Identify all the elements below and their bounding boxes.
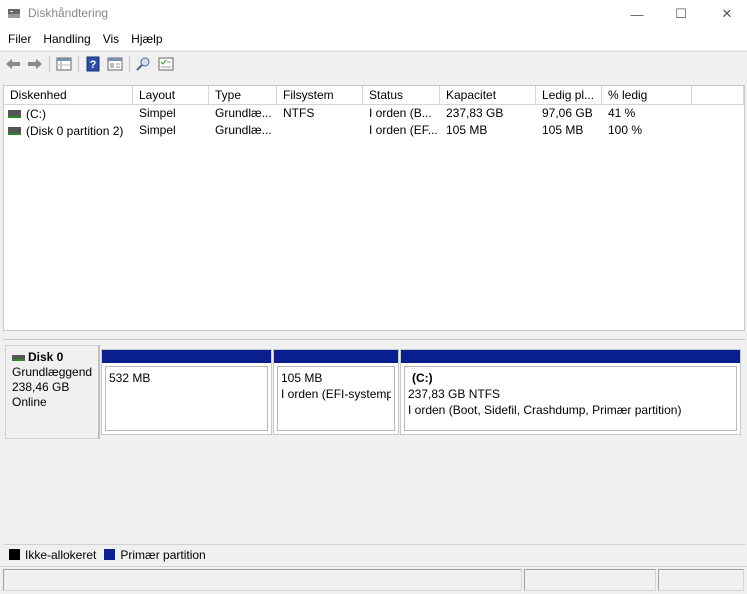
volume-list[interactable]: Diskenhed Layout Type Filsystem Status K…: [3, 85, 745, 331]
menu-bar: Filer Handling Vis Hjælp: [0, 28, 747, 50]
disk-icon: [12, 354, 25, 361]
settings-list-icon: [158, 57, 174, 70]
maximize-button[interactable]: ☐: [658, 0, 704, 28]
cell-free-space: 97,06 GB: [542, 106, 593, 120]
show-volume-list-button[interactable]: [53, 54, 75, 74]
disk-management-window: Diskhåndtering — ☐ ✕ Filer Handling Vis …: [0, 0, 747, 594]
toolbar-separator: [78, 55, 79, 72]
column-header-layout[interactable]: Layout: [133, 86, 209, 105]
legend-label-unallocated: Ikke-allokeret: [25, 547, 97, 562]
cell-status: I orden (B...: [369, 106, 432, 120]
legend-swatch-primary: [104, 549, 116, 560]
help-button[interactable]: ?: [82, 54, 104, 74]
legend-label-primary: Primær partition: [120, 547, 206, 562]
menu-view[interactable]: Vis: [97, 28, 125, 50]
partition-detail: I orden (Boot, Sidefil, Crashdump, Primæ…: [408, 403, 682, 417]
column-header-extra[interactable]: [692, 86, 744, 105]
column-header-status[interactable]: Status: [363, 86, 440, 105]
toolbar: ?: [0, 51, 747, 75]
partition-size: 237,83 GB NTFS: [408, 387, 501, 401]
cell-capacity: 105 MB: [446, 123, 488, 137]
toolbar-separator: [49, 55, 50, 72]
cell-volume: (C:): [26, 106, 46, 121]
volume-list-header: Diskenhed Layout Type Filsystem Status K…: [4, 86, 744, 105]
status-bar-pane-main: [3, 569, 522, 591]
partition-block[interactable]: 532 MB: [101, 349, 272, 435]
column-header-filesystem[interactable]: Filsystem: [277, 86, 363, 105]
cell-layout: Simpel: [139, 106, 176, 120]
cell-type: Grundlæ...: [215, 123, 272, 137]
properties-icon: [107, 57, 123, 70]
back-button[interactable]: [2, 54, 24, 74]
disk-graphical-view: Disk 0 Grundlæggend 238,46 GB Online 532…: [3, 339, 745, 539]
status-bar-pane-tertiary: [658, 569, 744, 591]
connect-button[interactable]: [133, 54, 155, 74]
cell-type: Grundlæ...: [215, 106, 272, 120]
table-row[interactable]: (C:) Simpel Grundlæ... NTFS I orden (B..…: [4, 105, 744, 122]
disk-name: Disk 0: [28, 350, 64, 364]
legend: Ikke-allokeret Primær partition: [3, 544, 745, 564]
column-header-percent-free[interactable]: % ledig: [602, 86, 692, 105]
column-header-capacity[interactable]: Kapacitet: [440, 86, 536, 105]
forward-arrow-icon: [28, 58, 42, 69]
cell-filesystem: NTFS: [283, 106, 315, 120]
volume-drive-icon: [8, 126, 21, 135]
partition-size: 532 MB: [109, 371, 151, 385]
disk-size: 238,46 GB: [12, 380, 70, 394]
status-bar-pane-secondary: [524, 569, 656, 591]
partition-type-bar: [274, 350, 398, 363]
cell-filesystem: [277, 122, 363, 139]
column-header-type[interactable]: Type: [209, 86, 277, 105]
menu-help[interactable]: Hjælp: [125, 28, 168, 50]
window-title: Diskhåndtering: [28, 6, 109, 20]
minimize-button[interactable]: —: [614, 0, 660, 28]
menu-file[interactable]: Filer: [2, 28, 37, 50]
column-header-free-space[interactable]: Ledig pl...: [536, 86, 602, 105]
partition-block[interactable]: 105 MB I orden (EFI-systempa: [273, 349, 399, 435]
cell-percent-free: 41 %: [608, 106, 636, 120]
cell-free-space: 105 MB: [542, 123, 584, 137]
cell-volume: (Disk 0 partition 2): [26, 123, 124, 138]
cell-capacity: 237,83 GB: [446, 106, 504, 120]
volume-list-icon: [56, 57, 72, 70]
column-header-volume[interactable]: Diskenhed: [4, 86, 133, 105]
partition-type-bar: [102, 350, 271, 363]
toolbar-separator: [129, 55, 130, 72]
partition-size: 105 MB: [281, 371, 323, 385]
title-bar: Diskhåndtering — ☐ ✕: [0, 0, 747, 28]
properties-button[interactable]: [104, 54, 126, 74]
partition-type-bar: [401, 350, 740, 363]
legend-swatch-unallocated: [9, 549, 20, 560]
cell-percent-free: 100 %: [608, 123, 643, 137]
disk-management-app-icon: [8, 9, 20, 18]
partition-block[interactable]: (C:) 237,83 GB NTFS I orden (Boot, Sidef…: [400, 349, 741, 435]
close-button[interactable]: ✕: [704, 0, 747, 28]
cell-layout: Simpel: [139, 123, 176, 137]
partition-label: (C:): [412, 371, 433, 385]
disk-status: Online: [12, 395, 47, 409]
settings-list-button[interactable]: [155, 54, 177, 74]
disk-type: Grundlæggend: [12, 365, 93, 379]
help-icon: ?: [86, 56, 100, 71]
disk-info-panel[interactable]: Disk 0 Grundlæggend 238,46 GB Online: [5, 345, 100, 439]
svg-text:?: ?: [90, 59, 97, 71]
cell-status: I orden (EF...: [369, 123, 438, 137]
menu-action[interactable]: Handling: [37, 28, 96, 50]
status-bar: [0, 566, 747, 594]
forward-button[interactable]: [24, 54, 46, 74]
table-row[interactable]: (Disk 0 partition 2) Simpel Grundlæ... I…: [4, 122, 744, 139]
connect-icon: [136, 57, 150, 71]
volume-drive-icon: [8, 109, 21, 118]
back-arrow-icon: [6, 58, 20, 69]
partition-detail: I orden (EFI-systempa: [281, 387, 391, 401]
